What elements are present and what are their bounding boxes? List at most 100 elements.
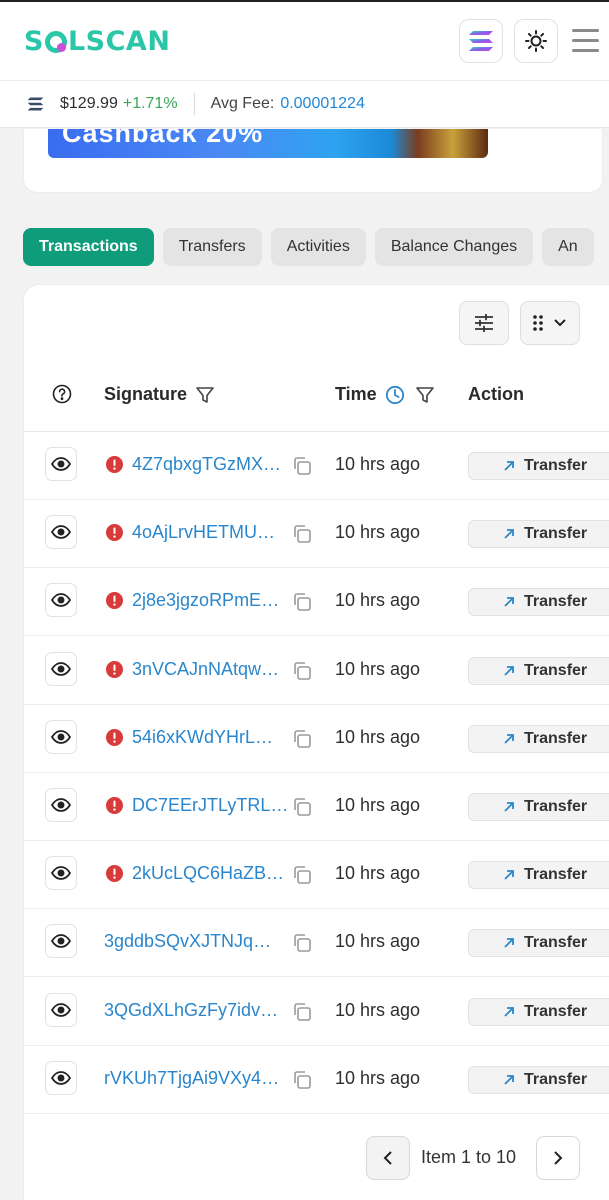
pagination-label: Item 1 to 10 (421, 1147, 517, 1167)
action-label: Transfer (524, 729, 588, 747)
columns-menu-button[interactable] (520, 301, 580, 345)
copy-icon[interactable] (292, 524, 312, 544)
copy-icon[interactable] (292, 729, 312, 749)
error-status-icon (106, 728, 123, 746)
eye-icon (51, 866, 71, 881)
next-page-button[interactable] (536, 1136, 580, 1180)
eye-icon (51, 525, 71, 540)
arrow-up-right-icon (504, 665, 514, 676)
table-row: DC7EErJTLyTRL… 10 hrs ago Transfer (24, 773, 609, 841)
theme-toggle-button[interactable] (514, 19, 558, 63)
action-label: Transfer (524, 593, 588, 611)
signature-link[interactable]: 2j8e3jgzoRPmE… (132, 590, 286, 611)
table-row: 2kUcLQC6HaZB… 10 hrs ago Transfer (24, 841, 609, 910)
action-badge: Transfer (468, 452, 609, 480)
error-status-icon (106, 456, 123, 473)
signature-link[interactable]: DC7EErJTLyTRL… (132, 795, 286, 816)
error-status-icon (106, 524, 123, 542)
view-details-button[interactable] (45, 924, 77, 959)
error-status-icon (106, 660, 123, 678)
action-badge: Transfer (468, 997, 609, 1026)
eye-icon (51, 661, 71, 676)
copy-icon[interactable] (292, 456, 312, 476)
copy-icon[interactable] (292, 592, 312, 612)
action-label: Transfer (524, 866, 588, 884)
table-row: 3gddbSQvXJTNJq… 10 hrs ago Transfer (24, 909, 609, 978)
logo-text-left: S (24, 26, 44, 57)
copy-icon[interactable] (292, 1002, 312, 1022)
signature-link[interactable]: 3QGdXLhGzFy7idv… (104, 1000, 286, 1021)
eye-icon (51, 798, 71, 812)
copy-icon[interactable] (292, 797, 312, 817)
action-badge: Transfer (468, 861, 609, 890)
action-badge: Transfer (468, 929, 609, 958)
view-details-button[interactable] (45, 515, 77, 550)
view-details-button[interactable] (45, 788, 77, 822)
table-row: 2j8e3jgzoRPmE… 10 hrs ago Transfer (24, 568, 609, 637)
solscan-logo[interactable]: S LSCAN (24, 26, 170, 57)
copy-icon[interactable] (292, 1070, 312, 1090)
eye-icon (51, 934, 71, 949)
signature-link[interactable]: 4oAjLrvHETMU… (132, 522, 286, 543)
tab-balance-changes[interactable]: Balance Changes (374, 228, 534, 266)
eye-icon (51, 729, 71, 744)
action-badge: Transfer (468, 520, 609, 549)
view-details-button[interactable] (45, 447, 77, 481)
solana-icon (469, 31, 493, 51)
time-value: 10 hrs ago (335, 1067, 421, 1088)
tab-bar: Transactions Transfers Activities Balance C… (23, 228, 609, 266)
tab-transactions[interactable]: Transactions (23, 228, 154, 266)
view-details-button[interactable] (45, 992, 77, 1027)
avg-fee-value[interactable]: 0.00001224 (280, 95, 365, 113)
signature-link[interactable]: rVKUh7TjgAi9VXy4… (104, 1068, 286, 1089)
clock-icon[interactable] (385, 385, 405, 405)
tab-transfers[interactable]: Transfers (162, 228, 262, 266)
table-row: 4Z7qbxgTGzMX… 10 hrs ago Transfer (24, 432, 609, 500)
time-value: 10 hrs ago (335, 795, 421, 815)
filter-settings-button[interactable] (459, 301, 509, 345)
copy-icon[interactable] (292, 661, 312, 681)
signature-link[interactable]: 4Z7qbxgTGzMX… (132, 454, 286, 475)
arrow-up-right-icon (504, 733, 514, 744)
time-value: 10 hrs ago (335, 522, 421, 543)
copy-icon[interactable] (292, 933, 312, 953)
sol-price-change: +1.71% (122, 95, 178, 112)
action-badge: Transfer (468, 1065, 609, 1094)
solana-network-button[interactable] (459, 19, 503, 63)
signature-link[interactable]: 3gddbSQvXJTNJq… (104, 931, 286, 952)
view-details-button[interactable] (45, 719, 77, 754)
menu-icon[interactable] (572, 29, 599, 59)
sol-price: $129.99 (60, 95, 118, 112)
arrow-up-right-icon (504, 938, 514, 949)
copy-icon[interactable] (292, 865, 312, 885)
signature-link[interactable]: 54i6xKWdYHrL… (132, 727, 286, 748)
view-details-button[interactable] (45, 856, 77, 891)
view-details-button[interactable] (45, 1060, 77, 1095)
filter-icon[interactable] (195, 385, 215, 405)
tab-analytics[interactable]: An (542, 228, 594, 266)
help-column-header[interactable] (52, 384, 72, 404)
signature-link[interactable]: 3nVCAJnNAtqw… (132, 659, 286, 680)
table-row: 54i6xKWdYHrL… 10 hrs ago Transfer (24, 705, 609, 773)
filter-icon[interactable] (415, 385, 435, 405)
top-bar: S LSCAN (0, 0, 609, 80)
signature-header-label: Signature (104, 384, 188, 404)
avg-fee-label: Avg Fee: (210, 95, 275, 112)
error-status-icon (106, 592, 123, 610)
price-bar: $129.99 +1.71% Avg Fee: 0.00001224 (0, 80, 609, 128)
action-label: Transfer (524, 525, 588, 543)
time-value: 10 hrs ago (335, 658, 421, 679)
action-badge: Transfer (468, 793, 609, 821)
prev-page-button[interactable] (366, 1136, 410, 1180)
grid-dots-icon (533, 315, 543, 331)
view-details-button[interactable] (45, 651, 77, 686)
time-value: 10 hrs ago (335, 999, 421, 1020)
table-row: rVKUh7TjgAi9VXy4… 10 hrs ago Transfer (24, 1046, 609, 1114)
tab-activities[interactable]: Activities (270, 228, 366, 266)
solana-icon (27, 97, 44, 111)
view-details-button[interactable] (45, 583, 77, 618)
action-badge: Transfer (468, 656, 609, 685)
signature-link[interactable]: 2kUcLQC6HaZB… (132, 863, 286, 884)
logo-o-icon (44, 30, 67, 53)
action-badge: Transfer (468, 588, 609, 617)
